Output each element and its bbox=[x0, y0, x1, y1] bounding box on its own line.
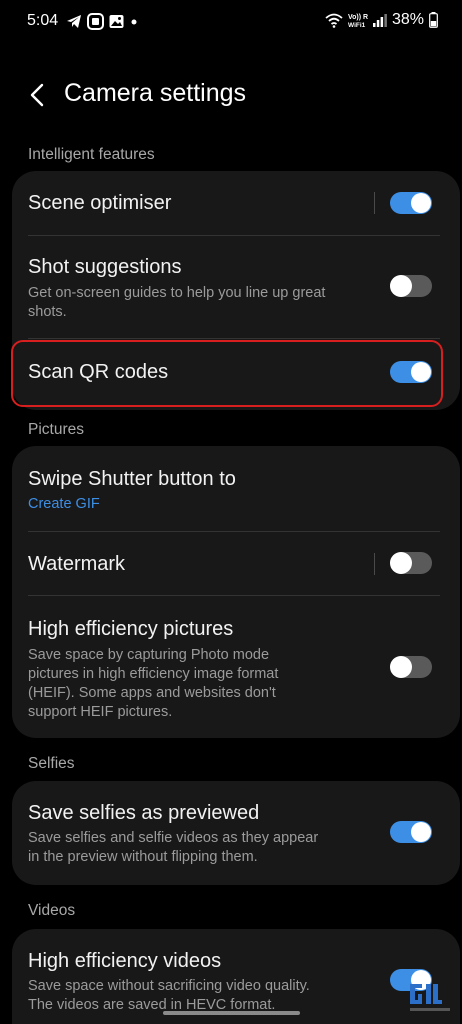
save-selfies-toggle[interactable] bbox=[390, 821, 432, 843]
watermark-title: Watermark bbox=[28, 553, 126, 575]
swipe-shutter-value: Create GIF bbox=[28, 496, 100, 512]
high-efficiency-pictures-description-line4: support HEIF pictures. bbox=[28, 704, 173, 720]
page-title: Camera settings bbox=[64, 79, 247, 107]
section-label-intelligent-features: Intelligent features bbox=[28, 146, 155, 163]
swipe-shutter-row[interactable]: Swipe Shutter button to Create GIF bbox=[12, 446, 460, 531]
scene-optimiser-toggle[interactable] bbox=[390, 192, 432, 214]
save-selfies-title: Save selfies as previewed bbox=[28, 802, 260, 824]
high-efficiency-pictures-description-line1: Save space by capturing Photo mode bbox=[28, 647, 270, 663]
watermark-toggle[interactable] bbox=[390, 552, 432, 574]
back-button[interactable] bbox=[22, 78, 52, 112]
save-selfies-description-line2: in the preview without flipping them. bbox=[28, 849, 258, 865]
videos-card: High efficiency videos Save space withou… bbox=[12, 929, 460, 1024]
svg-text:Vo)) R: Vo)) R bbox=[348, 14, 368, 21]
save-selfies-description-line1: Save selfies and selfie videos as they a… bbox=[28, 830, 319, 846]
scene-optimiser-row[interactable]: Scene optimiser bbox=[12, 171, 460, 235]
high-efficiency-videos-description-line1: Save space without sacrificing video qua… bbox=[28, 978, 310, 994]
app-header: Camera settings bbox=[0, 70, 462, 120]
scene-optimiser-title: Scene optimiser bbox=[28, 192, 172, 214]
system-icons: Vo)) R WiFi1 38% bbox=[325, 11, 438, 29]
scan-qr-codes-row[interactable]: Scan QR codes bbox=[12, 339, 460, 409]
section-label-selfies: Selfies bbox=[28, 755, 75, 772]
gesture-nav-handle[interactable] bbox=[163, 1011, 300, 1015]
high-efficiency-pictures-description-line3: (HEIF). Some apps and websites don't bbox=[28, 685, 276, 701]
high-efficiency-videos-row[interactable]: High efficiency videos Save space withou… bbox=[12, 929, 460, 1024]
intelligent-features-card: Scene optimiser Shot suggestions Get on-… bbox=[12, 171, 460, 410]
watermark-row[interactable]: Watermark bbox=[12, 532, 460, 594]
shot-suggestions-row[interactable]: Shot suggestions Get on-screen guides to… bbox=[12, 236, 460, 337]
signal-icon bbox=[372, 14, 387, 27]
notification-icons bbox=[66, 13, 139, 30]
high-efficiency-videos-title: High efficiency videos bbox=[28, 950, 222, 972]
high-efficiency-pictures-description-line2: pictures in high efficiency image format bbox=[28, 666, 279, 682]
wifi-icon bbox=[325, 13, 343, 28]
row-separator bbox=[374, 553, 375, 575]
high-efficiency-pictures-row[interactable]: High efficiency pictures Save space by c… bbox=[12, 596, 460, 737]
battery-percent: 38% bbox=[391, 11, 424, 28]
section-label-pictures: Pictures bbox=[28, 421, 84, 438]
app-icon bbox=[87, 13, 104, 30]
selfies-card: Save selfies as previewed Save selfies a… bbox=[12, 781, 460, 885]
status-time: 5:04 bbox=[27, 12, 59, 29]
svg-text:WiFi1: WiFi1 bbox=[348, 22, 366, 28]
watermark-logo bbox=[410, 984, 450, 1011]
pictures-card: Swipe Shutter button to Create GIF Water… bbox=[12, 446, 460, 738]
high-efficiency-pictures-toggle[interactable] bbox=[390, 656, 432, 678]
high-efficiency-pictures-title: High efficiency pictures bbox=[28, 618, 234, 640]
dot-icon bbox=[131, 19, 137, 24]
status-bar: 5:04 Vo)) R WiFi1 38% bbox=[0, 0, 462, 44]
gallery-icon bbox=[109, 15, 124, 28]
chevron-left-icon bbox=[30, 83, 44, 107]
row-separator bbox=[374, 192, 375, 214]
swipe-shutter-title: Swipe Shutter button to bbox=[28, 468, 236, 490]
shot-suggestions-description-line1: Get on-screen guides to help you line up… bbox=[28, 285, 326, 301]
scan-qr-codes-toggle[interactable] bbox=[390, 361, 432, 383]
shot-suggestions-toggle[interactable] bbox=[390, 275, 432, 297]
section-label-videos: Videos bbox=[28, 902, 76, 919]
volte-icon: Vo)) R WiFi1 bbox=[348, 14, 368, 28]
telegram-icon bbox=[67, 15, 81, 28]
shot-suggestions-title: Shot suggestions bbox=[28, 256, 182, 278]
shot-suggestions-description-line2: shots. bbox=[28, 304, 67, 320]
scan-qr-codes-title: Scan QR codes bbox=[28, 361, 169, 383]
battery-icon bbox=[429, 12, 438, 28]
save-selfies-row[interactable]: Save selfies as previewed Save selfies a… bbox=[12, 781, 460, 885]
